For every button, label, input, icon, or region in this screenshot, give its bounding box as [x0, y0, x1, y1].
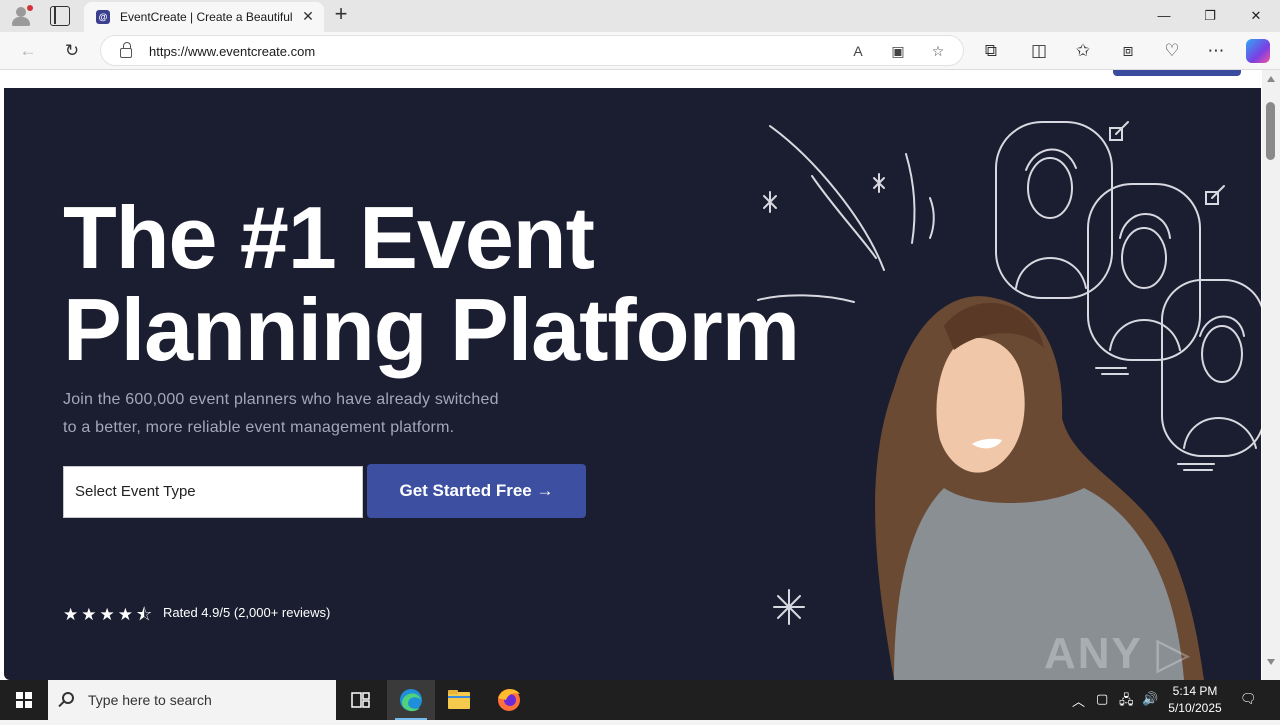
- taskbar-search[interactable]: Type here to search: [48, 680, 336, 720]
- copilot-icon[interactable]: [1246, 39, 1270, 63]
- header-cta-button[interactable]: [1113, 70, 1241, 76]
- scroll-thumb[interactable]: [1266, 102, 1275, 160]
- new-tab-icon[interactable]: +: [330, 3, 352, 26]
- collections-icon[interactable]: ⧈: [1117, 40, 1139, 62]
- tab-actions-icon[interactable]: [50, 6, 70, 26]
- headline-line-1: The #1 Event: [63, 188, 595, 287]
- hero-illustration: [757, 121, 1261, 680]
- tab-close-icon[interactable]: ✕: [300, 8, 316, 24]
- site-favicon-icon: @: [96, 10, 110, 24]
- taskbar-search-placeholder: Type here to search: [88, 692, 212, 708]
- subtext-line-2: to a better, more reliable event managem…: [63, 419, 455, 436]
- refresh-icon[interactable]: ↻: [61, 40, 83, 62]
- browser-tab[interactable]: @ EventCreate | Create a Beautiful E ✕: [84, 2, 324, 32]
- notifications-icon[interactable]: 🗨: [1240, 691, 1257, 707]
- tray-overflow-icon[interactable]: ︿: [1072, 691, 1085, 710]
- back-icon[interactable]: ←: [17, 40, 39, 62]
- performance-icon[interactable]: ♡: [1161, 40, 1183, 62]
- network-icon[interactable]: 🖧: [1119, 691, 1134, 713]
- anyrun-watermark: ANY ▷ RUN: [1044, 629, 1193, 680]
- file-explorer-icon[interactable]: [435, 680, 483, 720]
- browser-tab-strip: @ EventCreate | Create a Beautiful E ✕ +…: [0, 0, 1280, 32]
- favorite-star-icon[interactable]: ☆: [928, 41, 948, 61]
- page-scrollbar[interactable]: [1262, 70, 1280, 680]
- rating-stars-icon: ★★★★⯪: [63, 605, 156, 624]
- minimize-icon[interactable]: ―: [1141, 0, 1187, 32]
- extensions-icon[interactable]: ⧉: [980, 40, 1002, 62]
- clock-date: 5/10/2025: [1168, 701, 1222, 715]
- hero-headline: The #1 Event Planning Platform: [63, 192, 823, 376]
- scroll-down-icon[interactable]: [1267, 659, 1275, 665]
- tray-device-icon[interactable]: ▢: [1096, 691, 1108, 707]
- read-aloud-icon[interactable]: A: [848, 41, 868, 61]
- headline-line-2: Planning Platform: [63, 280, 800, 379]
- hero-subtext: Join the 600,000 event planners who have…: [63, 386, 563, 442]
- url-text[interactable]: https://www.eventcreate.com: [149, 44, 315, 59]
- hero-section: The #1 Event Planning Platform Join the …: [4, 88, 1261, 680]
- windows-taskbar: Type here to search ︿ ▢ 🖧 🔊 5:14 PM 5/10…: [0, 680, 1280, 720]
- browser-toolbar: ← ↻ https://www.eventcreate.com A ▣ ☆ ⧉ …: [0, 32, 1280, 70]
- lock-icon[interactable]: [120, 42, 132, 58]
- restore-icon[interactable]: ❐: [1187, 0, 1233, 32]
- rating-text: Rated 4.9/5 (2,000+ reviews): [163, 605, 331, 620]
- firefox-icon[interactable]: [485, 680, 533, 720]
- favorites-icon[interactable]: ✩: [1072, 40, 1094, 62]
- immersive-reader-icon[interactable]: ▣: [888, 41, 908, 61]
- profile-icon[interactable]: [10, 5, 33, 27]
- edge-taskbar-icon[interactable]: [387, 680, 435, 720]
- more-icon[interactable]: ⋯: [1205, 40, 1227, 62]
- taskbar-clock[interactable]: 5:14 PM 5/10/2025: [1160, 683, 1230, 717]
- page-viewport: The #1 Event Planning Platform Join the …: [0, 70, 1280, 680]
- volume-icon[interactable]: 🔊: [1142, 691, 1158, 707]
- get-started-button[interactable]: Get Started Free →: [367, 464, 586, 518]
- task-view-icon[interactable]: [336, 680, 384, 720]
- window-close-icon[interactable]: ✕: [1233, 0, 1279, 32]
- clock-time: 5:14 PM: [1172, 684, 1218, 698]
- event-type-select[interactable]: Select Event Type: [63, 466, 363, 518]
- tab-title: EventCreate | Create a Beautiful E: [120, 10, 296, 24]
- address-bar[interactable]: https://www.eventcreate.com A ▣ ☆: [100, 35, 964, 66]
- search-icon: [62, 692, 74, 704]
- scroll-up-icon[interactable]: [1267, 76, 1275, 82]
- split-screen-icon[interactable]: ◫: [1028, 40, 1050, 62]
- subtext-line-1: Join the 600,000 event planners who have…: [63, 391, 499, 408]
- windows-start-icon[interactable]: [16, 692, 32, 708]
